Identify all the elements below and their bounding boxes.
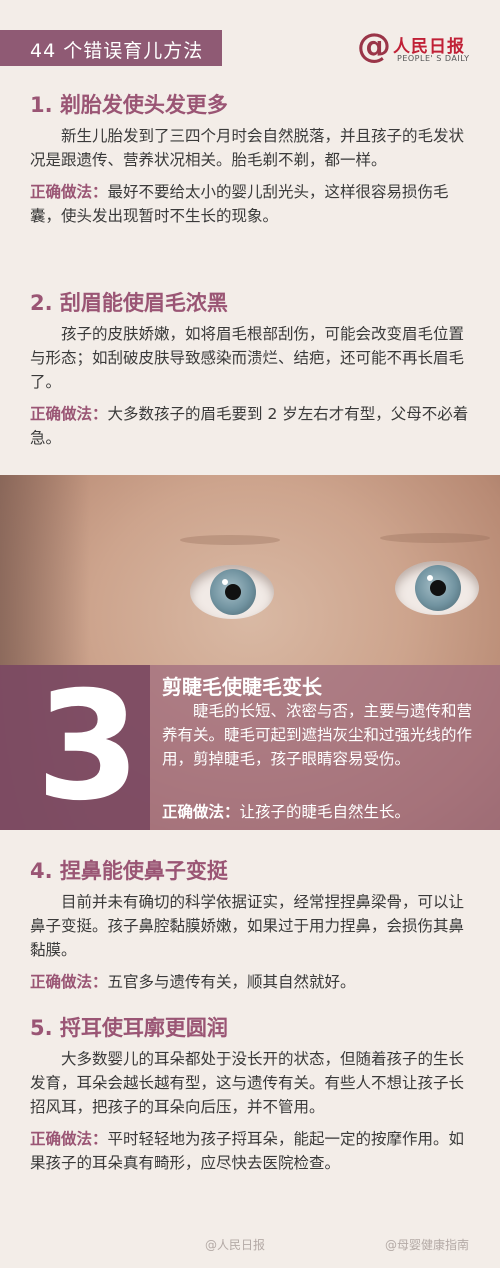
- right-iris: [415, 565, 461, 611]
- logo-en-text: PEOPLE' S DAILY: [397, 54, 470, 63]
- section-title: 4. 捏鼻能使鼻子变挺: [30, 859, 228, 883]
- section-body: 新生儿胎发到了三四个月时会自然脱落，并且孩子的毛发状况是跟遗传、营养状况相关。胎…: [30, 127, 465, 169]
- right-brow: [380, 533, 490, 543]
- logo-at-icon: @: [357, 26, 391, 66]
- section-body: 目前并未有确切的科学依据证实，经常捏捏鼻梁骨，可以让鼻子变挺。孩子鼻腔黏膜娇嫩，…: [30, 893, 465, 959]
- section-3-title: 剪睫毛使睫毛变长: [162, 675, 322, 699]
- section-title: 2. 刮眉能使眉毛浓黑: [30, 291, 228, 315]
- footer-watermark-right: @母婴健康指南: [385, 1238, 470, 1252]
- section-tip: 正确做法：五官多与遗传有关，顺其自然就好。: [30, 970, 475, 994]
- tip-text: 五官多与遗传有关，顺其自然就好。: [107, 973, 356, 991]
- header-title: 44 个错误育儿方法: [30, 40, 204, 62]
- section-body: 大多数婴儿的耳朵都处于没长开的状态，但随着孩子的生长发育，耳朵会越长越有型，这与…: [30, 1050, 465, 1116]
- section-title: 1. 剃胎发使头发更多: [30, 93, 228, 117]
- tip-label: 正确做法：: [30, 973, 108, 991]
- tip-label: 正确做法：: [30, 405, 108, 423]
- section-3-number: 3: [36, 660, 141, 830]
- section-tip: 正确做法：平时轻轻地为孩子捋耳朵，能起一定的按摩作用。如果孩子的耳朵真有畸形，应…: [30, 1127, 475, 1175]
- section-title: 5. 捋耳使耳廓更圆润: [30, 1016, 228, 1040]
- section-3-body: 睫毛的长短、浓密与否，主要与遗传和营养有关。睫毛可起到遮挡灰尘和过强光线的作用，…: [162, 702, 473, 768]
- section-tip: 正确做法：最好不要给太小的婴儿刮光头，这样很容易损伤毛囊，使头发出现暂时不生长的…: [30, 180, 475, 228]
- left-iris: [210, 569, 256, 615]
- section-tip: 正确做法：大多数孩子的眉毛要到 2 岁左右才有型，父母不必着急。: [30, 402, 475, 450]
- tip-text: 让孩子的睫毛自然生长。: [239, 803, 411, 821]
- left-eye: [190, 565, 274, 619]
- baby-eyes-photo: 3 剪睫毛使睫毛变长 睫毛的长短、浓密与否，主要与遗传和营养有关。睫毛可起到遮挡…: [0, 475, 500, 830]
- tip-label: 正确做法：: [30, 183, 108, 201]
- section-2: 2. 刮眉能使眉毛浓黑 孩子的皮肤娇嫩，如将眉毛根部刮伤，可能会改变眉毛位置与形…: [30, 288, 475, 450]
- section-3-tip: 正确做法：让孩子的睫毛自然生长。: [162, 800, 482, 824]
- right-eye: [395, 561, 479, 615]
- tip-label: 正确做法：: [162, 803, 240, 821]
- footer-watermark-left: @人民日报: [205, 1238, 266, 1252]
- section-4: 4. 捏鼻能使鼻子变挺 目前并未有确切的科学依据证实，经常捏捏鼻梁骨，可以让鼻子…: [30, 856, 475, 994]
- peoples-daily-logo: @ 人民日报 PEOPLE' S DAILY: [357, 26, 497, 72]
- section-5: 5. 捋耳使耳廓更圆润 大多数婴儿的耳朵都处于没长开的状态，但随着孩子的生长发育…: [30, 1013, 475, 1175]
- header-title-bar: 44 个错误育儿方法: [0, 30, 222, 66]
- left-brow: [180, 535, 280, 545]
- tip-label: 正确做法：: [30, 1130, 108, 1148]
- section-1: 1. 剃胎发使头发更多 新生儿胎发到了三四个月时会自然脱落，并且孩子的毛发状况是…: [30, 90, 475, 228]
- section-body: 孩子的皮肤娇嫩，如将眉毛根部刮伤，可能会改变眉毛位置与形态；如刮破皮肤导致感染而…: [30, 325, 465, 391]
